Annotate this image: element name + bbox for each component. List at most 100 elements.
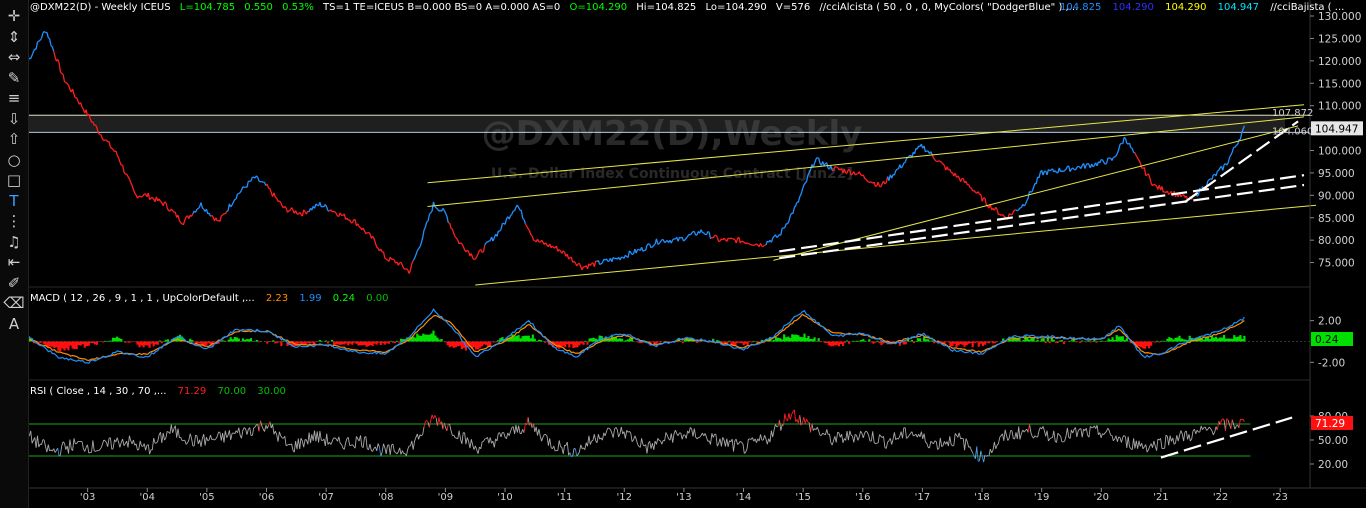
header-change: 0.550 [244,2,273,13]
time-tick-label: '09 [438,492,453,503]
horizontal-line-tool[interactable]: ⇔ [3,47,25,67]
header-low: Lo=104.290 [705,2,766,13]
rsi-v1: 71.29 [178,386,207,397]
arrow-up-icon: ⇧ [7,130,21,148]
paint-tool[interactable]: ✐ [3,273,25,293]
brush-icon: ✐ [7,273,21,292]
ellipse-tool[interactable]: ○ [3,150,25,170]
macd-tick-label: 2.00 [1318,316,1341,328]
header-symbol: @DXM22(D) - Weekly ICEUS [30,2,171,13]
level-label-upper: 107.872 [1272,108,1313,119]
rsi-tick-label: 20.00 [1318,459,1348,471]
time-tick-label: '11 [557,492,572,503]
measure-icon: ⇤ [7,253,21,271]
macd-tick-label: -2.00 [1318,357,1345,369]
text-icon: T [9,191,19,210]
price-tick-label: 75.000 [1318,258,1355,270]
rsi-header: RSI ( Close , 14 , 30 , 70 ,... 71.29 70… [30,386,286,397]
macd-line[interactable] [27,308,1245,364]
time-tick-label: '19 [1034,492,1049,503]
alert-tool[interactable]: ♫ [3,232,25,252]
time-tick-label: '18 [974,492,989,503]
arrow-up-tool[interactable]: ⇧ [3,129,25,149]
macd-v2: 1.99 [299,293,321,304]
rsi-panel[interactable] [27,409,1293,463]
header-study2: //cciBajista ( ... [1270,2,1344,13]
circle-icon: ○ [7,150,21,169]
channel-lower[interactable] [475,204,1317,286]
drawing-toolbar: ✛ ⇕ ⇔ ✎ ≡ ⇩ ⇧ ○ □ T ⋮ ♫ ⇤ ✐ ⌫ A [0,0,29,508]
price-tick-label: 90.000 [1318,190,1355,202]
rsi-label: RSI ( Close , 14 , 30 , 70 ,... [30,386,166,397]
time-tick-label: '16 [855,492,870,503]
macd-v4: 0.00 [366,293,388,304]
time-tick-label: '15 [795,492,810,503]
support-dashed-2[interactable] [779,183,1305,260]
last-price-label: 104.947 [1315,123,1358,135]
time-tick-label: '10 [497,492,512,503]
annotate-icon: A [8,314,20,333]
annotate-tool[interactable]: A [3,314,25,334]
header-v4: 104.947 [1218,2,1259,13]
macd-last-label: 0.24 [1315,334,1339,346]
price-tick-label: 80.000 [1318,235,1355,247]
fibonacci-tool[interactable]: ⋮ [3,211,25,231]
header-study: //cciAlcista ( 50 , 0 , 0, MyColors( "Do… [819,2,1078,13]
macd-panel[interactable] [26,308,1310,364]
time-tick-label: '14 [736,492,751,503]
pencil-icon: ✎ [7,68,21,87]
time-tick-label: '03 [80,492,95,503]
price-tick-label: 85.000 [1318,213,1355,225]
macd-v3: 0.24 [333,293,355,304]
fib-icon: ⋮ [6,212,22,230]
time-tick-label: '21 [1153,492,1168,503]
eraser-icon: ⌫ [3,294,25,312]
trendline-tool[interactable]: ✎ [3,68,25,88]
rsi-line[interactable] [27,415,1240,463]
header-last: L=104.785 [180,2,235,13]
arrow-down-tool[interactable]: ⇩ [3,109,25,129]
price-tick-label: 110.000 [1318,101,1361,113]
arrow-down-icon: ⇩ [7,109,21,128]
time-tick-label: '20 [1094,492,1109,503]
parallel-lines-tool[interactable]: ≡ [3,88,25,108]
rsi-line-overbought[interactable] [258,409,1245,433]
time-tick-label: '04 [140,492,155,503]
text-tool[interactable]: T [3,191,25,211]
rsi-line-oversold[interactable] [57,446,990,463]
time-tick-label: '05 [199,492,214,503]
chart-canvas[interactable]: @DXM22(D),Weekly U.S. Dollar Index Conti… [0,0,1366,508]
time-tick-label: '22 [1213,492,1228,503]
header-v1: 104.825 [1060,2,1101,13]
header-high: Hi=104.825 [636,2,696,13]
price-tick-label: 125.000 [1318,33,1361,45]
square-icon: □ [6,171,22,189]
rsi-last-label: 71.29 [1315,418,1345,430]
price-tick-label: 120.000 [1318,56,1361,68]
rsi-v2: 70.00 [217,386,246,397]
header-pct: 0.53% [282,2,314,13]
support-dashed-1[interactable] [779,174,1305,253]
header-v3: 104.290 [1165,2,1206,13]
vertical-line-tool[interactable]: ⇕ [3,27,25,47]
price-tick-label: 100.000 [1318,146,1361,158]
price-panel[interactable] [27,30,1317,286]
rectangle-tool[interactable]: □ [3,170,25,190]
time-tick-label: '23 [1272,492,1287,503]
price-tick-label: 115.000 [1318,78,1361,90]
header-vol: V=576 [776,2,810,13]
header-values: 104.825 104.290 104.290 104.947 //cciBaj… [1060,2,1344,13]
time-tick-label: '06 [259,492,274,503]
crosshair-tool[interactable]: ✛ [3,6,25,26]
time-tick-label: '07 [318,492,333,503]
crosshair-icon: ✛ [7,7,21,25]
price-series-down[interactable] [53,50,1197,274]
eraser-tool[interactable]: ⌫ [3,293,25,313]
time-tick-label: '13 [676,492,691,503]
header-v2: 104.290 [1113,2,1154,13]
price-axis[interactable]: 130.000125.000120.000115.000110.000105.0… [1272,11,1363,471]
time-tick-label: '12 [617,492,632,503]
measure-tool[interactable]: ⇤ [3,252,25,272]
vertical-arrows-icon: ⇕ [7,27,21,46]
time-axis[interactable]: '03 '04 '05 '06 '07 '08 '09 '10 '11 '12 '13 '14 '15 '… [80,488,1288,503]
